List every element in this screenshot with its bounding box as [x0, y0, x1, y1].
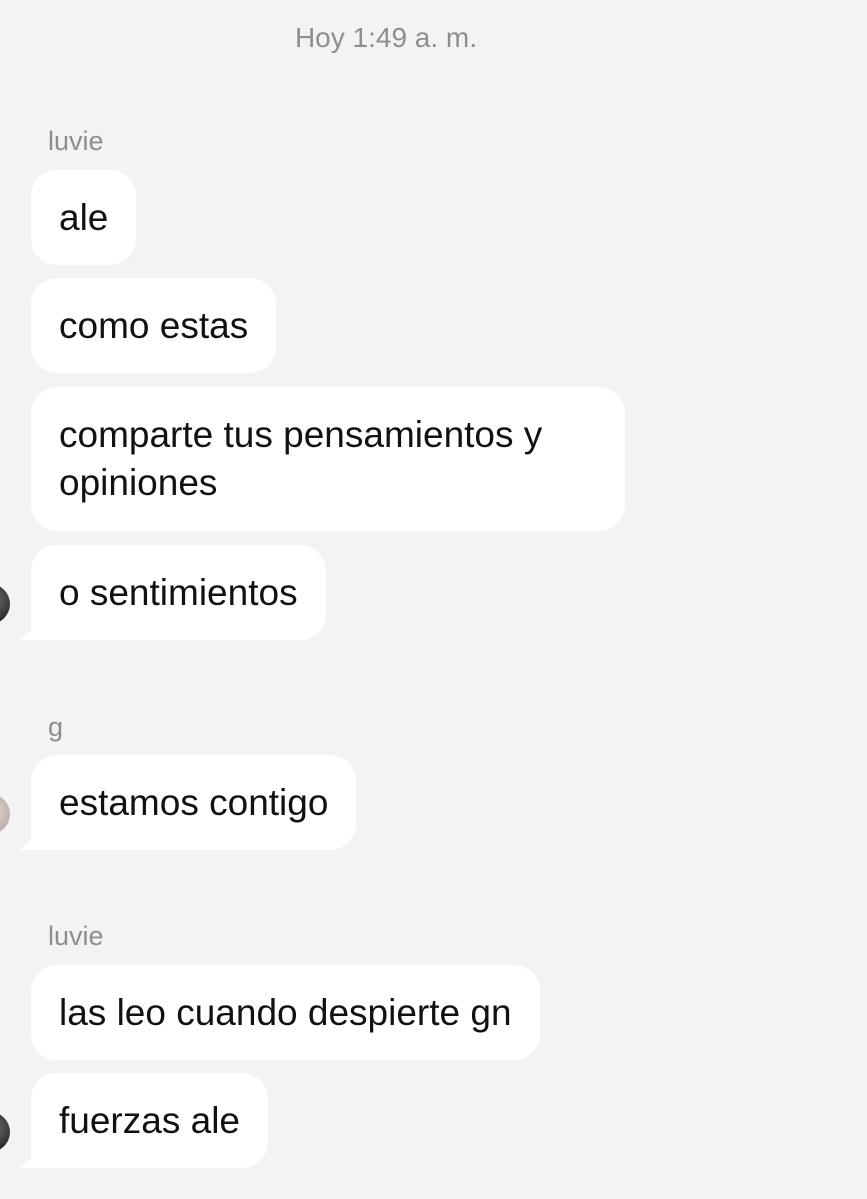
message-bubble[interactable]: fuerzas ale — [31, 1073, 268, 1168]
message-bubble[interactable]: ale — [31, 170, 137, 265]
sender-name: luvie — [48, 126, 104, 156]
sender-avatar[interactable] — [0, 584, 10, 624]
message-bubble[interactable]: las leo cuando despierte gn — [31, 965, 540, 1060]
sender-name: g — [48, 712, 64, 742]
message-bubble[interactable]: comparte tus pensamientos y opiniones — [31, 387, 625, 531]
message-bubble[interactable]: o sentimientos — [31, 545, 326, 640]
sender-avatar[interactable] — [0, 794, 10, 834]
sender-name: luvie — [48, 921, 104, 951]
bubble-tail — [20, 624, 38, 640]
chat-timestamp: Hoy 1:49 a. m. — [294, 22, 478, 53]
sender-avatar[interactable] — [0, 1112, 10, 1152]
bubble-tail — [20, 834, 38, 850]
message-bubble[interactable]: estamos contigo — [31, 755, 357, 850]
message-bubble[interactable]: como estas — [31, 278, 277, 373]
bubble-tail — [20, 1152, 38, 1168]
